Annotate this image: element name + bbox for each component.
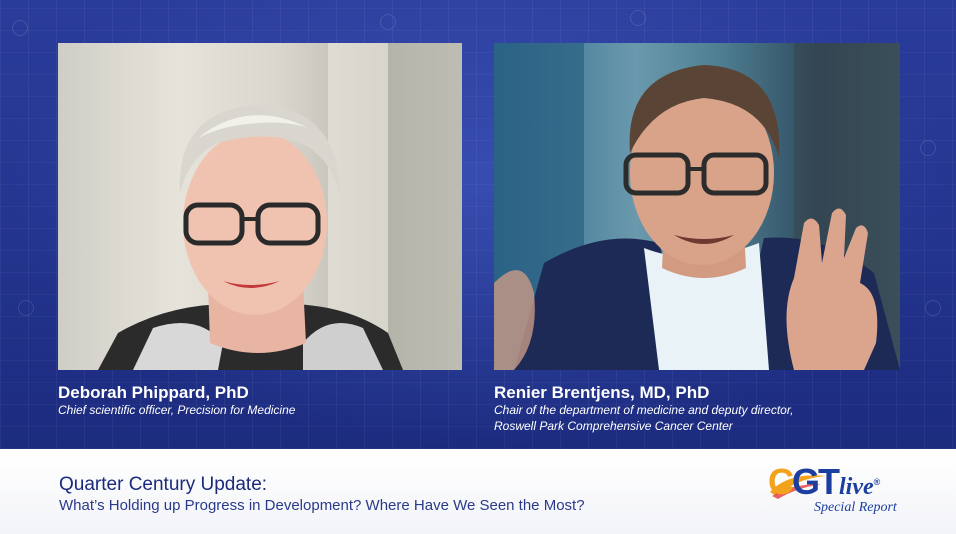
speaker-left-name: Deborah Phippard, PhD bbox=[58, 383, 249, 402]
pattern-dot bbox=[630, 10, 646, 26]
logo-letter-c: C bbox=[768, 461, 794, 502]
pattern-dot bbox=[18, 300, 34, 316]
speaker-right-title-line1: Chair of the department of medicine and … bbox=[494, 403, 794, 417]
pattern-dot bbox=[12, 20, 28, 36]
broadcast-background: Deborah Phippard, PhD Chief scientific o… bbox=[0, 0, 956, 449]
pattern-dot bbox=[380, 14, 396, 30]
cgtlive-logo: CGTlive® Special Report bbox=[768, 462, 918, 522]
pattern-dot bbox=[925, 300, 941, 316]
speaker-right-name: Renier Brentjens, MD, PhD bbox=[494, 383, 710, 402]
logo-tagline: Special Report bbox=[814, 500, 897, 515]
logo-letter-g: G bbox=[792, 461, 820, 502]
speaker-right-title-line2: Roswell Park Comprehensive Cancer Center bbox=[494, 419, 733, 433]
segment-title: Quarter Century Update: bbox=[59, 474, 268, 495]
segment-subtitle: What’s Holding up Progress in Developmen… bbox=[59, 497, 585, 514]
speaker-right-video bbox=[494, 43, 900, 370]
video-panel-left bbox=[58, 43, 462, 370]
video-panel-right bbox=[494, 43, 900, 370]
pattern-dot bbox=[920, 140, 936, 156]
logo-registered-mark: ® bbox=[873, 477, 880, 487]
logo-letter-t: T bbox=[818, 461, 840, 502]
logo-word-live: live bbox=[839, 474, 874, 500]
speaker-left-video bbox=[98, 43, 462, 370]
speaker-left-title: Chief scientific officer, Precision for … bbox=[58, 403, 296, 417]
